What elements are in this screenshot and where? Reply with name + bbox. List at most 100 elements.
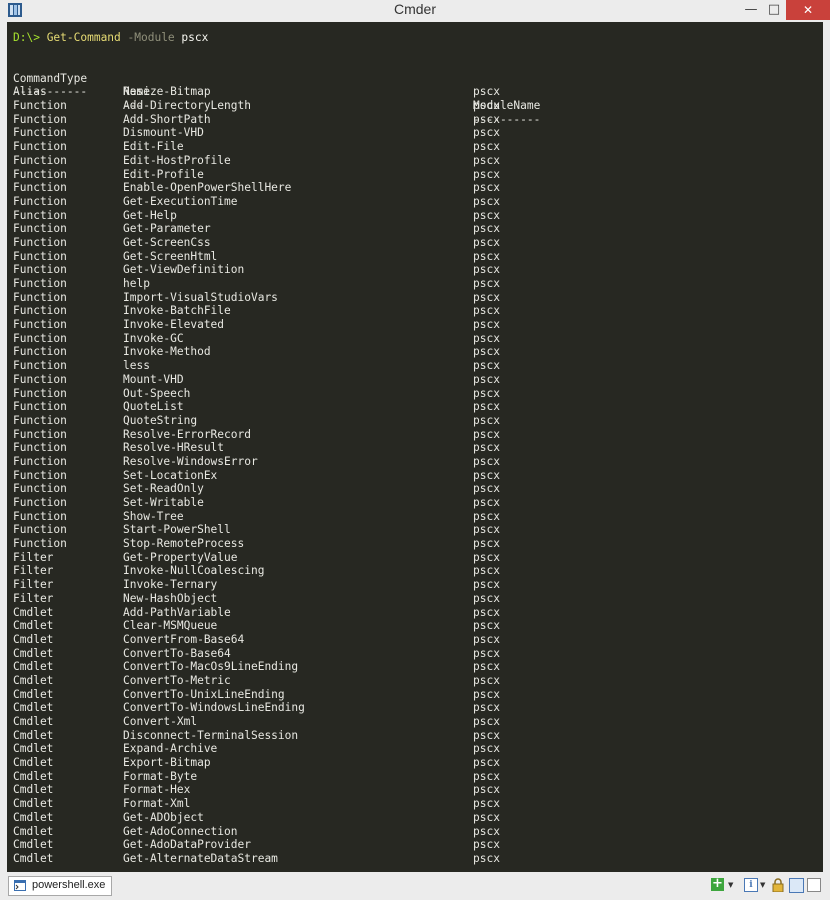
- command-name-cell: Get-ExecutionTime: [123, 194, 238, 208]
- command-name-cell: Edit-File: [123, 140, 184, 154]
- command-name-cell: QuoteString: [123, 413, 198, 427]
- command-type-cell: Function: [13, 386, 67, 400]
- table-row: Alias Resize-Bitmap pscx: [13, 85, 813, 99]
- command-type-cell: Function: [13, 359, 67, 373]
- command-type-cell: Cmdlet: [13, 701, 54, 715]
- table-row: Cmdlet Format-Xml pscx: [13, 797, 813, 811]
- module-name-cell: pscx: [473, 537, 500, 551]
- command-type-cell: Cmdlet: [13, 797, 54, 811]
- output-header-row: CommandType Name ModuleName: [13, 58, 813, 112]
- module-name-cell: pscx: [473, 496, 500, 509]
- module-name-cell: pscx: [473, 509, 500, 523]
- output-underline-row: ----------- ---- ----------: [13, 72, 813, 125]
- command-type-cell: Function: [13, 509, 67, 523]
- prompt-parameter: -Module: [127, 31, 182, 44]
- command-name-cell: Invoke-Elevated: [123, 318, 225, 332]
- command-type-cell: Cmdlet: [13, 756, 54, 770]
- cmder-window: Cmder — □ ✕ D:\> Get-Command -Module psc…: [0, 0, 830, 900]
- table-row: Cmdlet Get-AdoDataProvider pscx: [13, 838, 813, 852]
- command-type-cell: Cmdlet: [13, 715, 54, 728]
- command-type-cell: Cmdlet: [13, 838, 54, 852]
- module-name-cell: pscx: [473, 126, 500, 140]
- command-name-cell: Invoke-Ternary: [123, 578, 218, 592]
- command-type-cell: Cmdlet: [13, 632, 54, 646]
- table-row: Function Invoke-Method pscx: [13, 345, 813, 359]
- title-bar[interactable]: Cmder — □ ✕: [0, 0, 830, 21]
- split-view-icon[interactable]: [789, 878, 804, 893]
- lock-icon[interactable]: [772, 878, 784, 892]
- table-row: Cmdlet Export-Bitmap pscx: [13, 756, 813, 770]
- table-row: Function Resolve-HResult pscx: [13, 441, 813, 455]
- command-type-cell: Function: [13, 99, 67, 113]
- table-row: Cmdlet ConvertTo-WindowsLineEnding pscx: [13, 701, 813, 715]
- single-view-icon[interactable]: [807, 878, 821, 892]
- command-name-cell: Enable-OpenPowerShellHere: [123, 181, 292, 195]
- module-name-cell: pscx: [473, 290, 500, 304]
- close-button[interactable]: ✕: [786, 0, 830, 20]
- command-type-cell: Cmdlet: [13, 810, 54, 824]
- command-name-cell: Invoke-Method: [123, 345, 211, 359]
- module-name-cell: pscx: [473, 673, 500, 687]
- module-name-cell: pscx: [473, 181, 500, 195]
- maximize-button[interactable]: □: [763, 0, 785, 20]
- command-type-cell: Cmdlet: [13, 605, 54, 619]
- table-row: Filter New-HashObject pscx: [13, 592, 813, 606]
- module-name-cell: pscx: [473, 715, 500, 728]
- command-name-cell: Resolve-WindowsError: [123, 454, 258, 468]
- table-row: Function Set-Writable pscx: [13, 496, 813, 510]
- command-type-cell: Function: [13, 345, 67, 359]
- command-type-cell: Function: [13, 290, 67, 304]
- command-type-cell: Function: [13, 126, 67, 140]
- table-row: Cmdlet Add-PathVariable pscx: [13, 606, 813, 620]
- status-bar: powershell.exe + ▼ i ▼: [0, 873, 830, 900]
- command-name-cell: Import-VisualStudioVars: [123, 290, 278, 304]
- module-name-cell: pscx: [473, 646, 500, 660]
- command-type-cell: Cmdlet: [13, 660, 54, 674]
- prompt-argument: pscx: [181, 31, 209, 44]
- command-type-cell: Function: [13, 140, 67, 154]
- command-name-cell: Get-AdoDataProvider: [123, 838, 251, 852]
- table-row: Cmdlet ConvertTo-MacOs9LineEnding pscx: [13, 660, 813, 674]
- command-type-cell: Function: [13, 400, 67, 414]
- tab-powershell[interactable]: powershell.exe: [8, 876, 112, 896]
- module-name-cell: pscx: [473, 427, 500, 441]
- command-name-cell: QuoteList: [123, 400, 184, 414]
- command-name-cell: Get-Parameter: [123, 222, 211, 236]
- command-type-cell: Function: [13, 277, 67, 290]
- table-row: Function Mount-VHD pscx: [13, 373, 813, 387]
- table-row: Function Get-ScreenCss pscx: [13, 236, 813, 250]
- terminal-console[interactable]: D:\> Get-Command -Module pscx CommandTyp…: [7, 22, 823, 872]
- module-name-cell: pscx: [473, 208, 500, 222]
- command-type-cell: Function: [13, 263, 67, 277]
- command-name-cell: Edit-Profile: [123, 167, 204, 181]
- table-row: Function less pscx: [13, 359, 813, 373]
- module-name-cell: pscx: [473, 359, 500, 373]
- window-title: Cmder: [393, 1, 436, 17]
- table-row: Function Add-ShortPath pscx: [13, 113, 813, 127]
- table-row: Cmdlet Format-Byte pscx: [13, 770, 813, 784]
- table-row: Cmdlet ConvertFrom-Base64 pscx: [13, 633, 813, 647]
- module-name-cell: pscx: [473, 153, 500, 167]
- command-name-cell: Invoke-NullCoalescing: [123, 564, 265, 578]
- minimize-button[interactable]: —: [740, 0, 762, 20]
- info-icon[interactable]: i: [744, 878, 758, 892]
- module-name-cell: pscx: [473, 728, 500, 742]
- table-row: Cmdlet ConvertTo-Base64 pscx: [13, 647, 813, 661]
- command-name-cell: Export-Bitmap: [123, 756, 211, 770]
- command-type-cell: Function: [13, 427, 67, 441]
- table-row: Function QuoteList pscx: [13, 400, 813, 414]
- command-type-cell: Function: [13, 331, 67, 345]
- command-type-cell: Function: [13, 496, 67, 509]
- command-name-cell: Get-AlternateDataStream: [123, 851, 278, 865]
- command-type-cell: Function: [13, 468, 67, 482]
- module-name-cell: pscx: [473, 550, 500, 564]
- table-row: Function Invoke-Elevated pscx: [13, 318, 813, 332]
- table-row: Function Edit-Profile pscx: [13, 168, 813, 182]
- module-name-cell: pscx: [473, 167, 500, 181]
- new-console-plus-icon[interactable]: +: [711, 877, 724, 891]
- new-console-dropdown-icon[interactable]: ▼: [728, 878, 733, 893]
- command-name-cell: Invoke-BatchFile: [123, 304, 231, 318]
- module-name-cell: pscx: [473, 345, 500, 359]
- info-dropdown-icon[interactable]: ▼: [760, 878, 765, 893]
- prompt-command: Get-Command: [46, 31, 128, 44]
